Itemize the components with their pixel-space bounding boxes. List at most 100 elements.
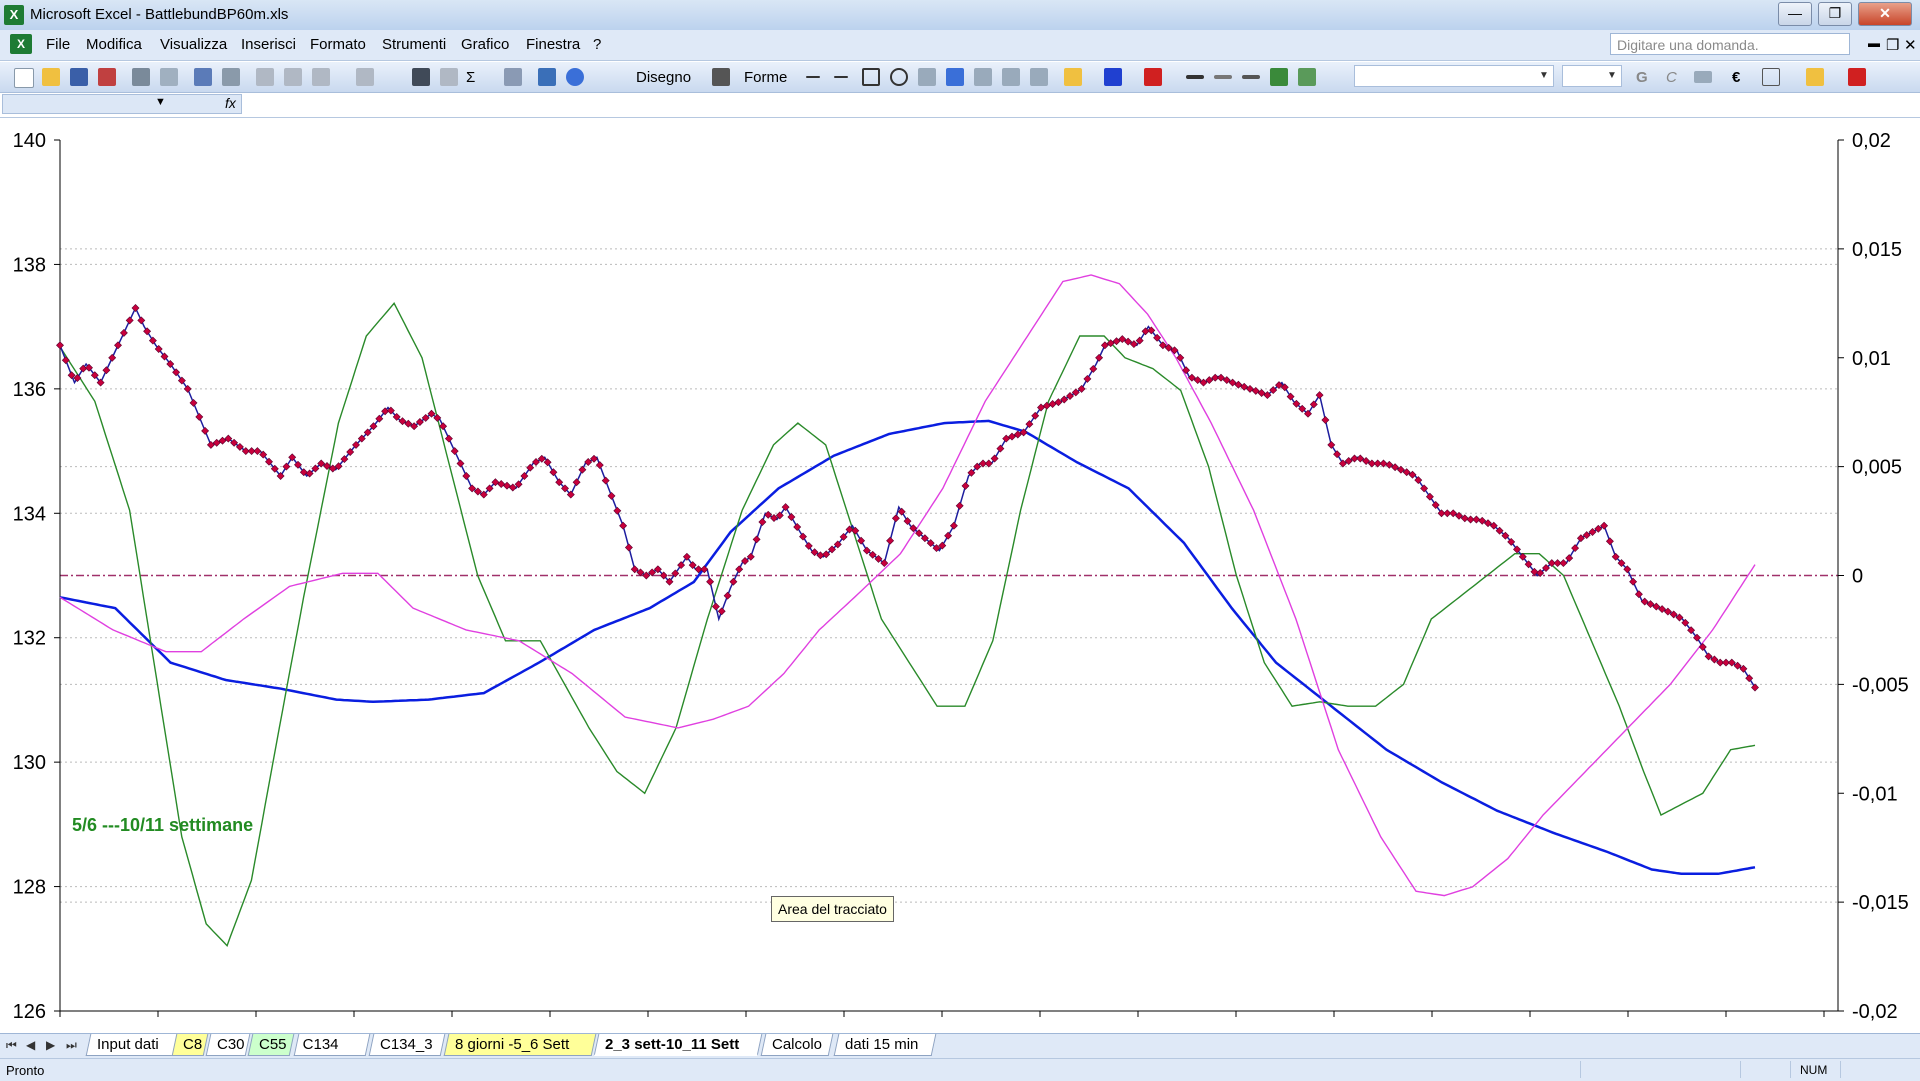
borders-icon[interactable]	[1762, 68, 1780, 86]
chart-area[interactable]: 140 138 136 134 132 130 128 126 0,02 0,015 0,01 0,0…	[0, 118, 1920, 1032]
sheet-tab[interactable]: 2_3 sett-10_11 Sett	[593, 1034, 763, 1056]
oval-icon[interactable]	[890, 68, 908, 86]
maximize-button[interactable]: ❐	[1818, 2, 1852, 26]
euro-button[interactable]: €	[1732, 69, 1740, 86]
doc-restore-icon[interactable]: ❐	[1886, 36, 1899, 54]
copy-icon[interactable]	[284, 68, 302, 86]
close-button[interactable]: ✕	[1858, 2, 1912, 26]
wordart-icon[interactable]	[946, 68, 964, 86]
next-sheet-icon[interactable]: ▶	[46, 1038, 55, 1052]
textbox-icon[interactable]	[918, 68, 936, 86]
excel-app-icon: X	[4, 5, 24, 25]
first-sheet-icon[interactable]: ⏮	[6, 1038, 17, 1053]
open-icon[interactable]	[42, 68, 60, 86]
arrow-icon[interactable]	[834, 76, 848, 78]
doc-minimize-icon[interactable]: ▬	[1868, 36, 1880, 50]
paste-icon[interactable]	[312, 68, 330, 86]
sheet-tab[interactable]: Calcolo	[760, 1034, 834, 1056]
line-color-icon[interactable]	[1104, 68, 1122, 86]
sheet-tab[interactable]: dati 15 min	[833, 1034, 937, 1056]
shadow-icon[interactable]	[1270, 68, 1288, 86]
new-icon[interactable]	[14, 68, 34, 88]
print-icon[interactable]	[132, 68, 150, 86]
menu-finestra[interactable]: Finestra	[526, 36, 580, 53]
research-icon[interactable]	[222, 68, 240, 86]
sort-icon[interactable]	[504, 68, 522, 86]
3d-icon[interactable]	[1298, 68, 1316, 86]
undo-icon[interactable]	[356, 68, 374, 86]
sheet-tab[interactable]: C8	[171, 1034, 209, 1056]
diagram-icon[interactable]	[974, 68, 992, 86]
save-icon[interactable]	[70, 68, 88, 86]
bold-button[interactable]: G	[1636, 69, 1648, 86]
price-marker	[201, 426, 210, 435]
y-tick-label: 132	[13, 628, 46, 650]
price-marker	[119, 328, 128, 337]
menu-grafico[interactable]: Grafico	[461, 36, 509, 53]
price-marker	[503, 481, 511, 490]
arrow-style-icon[interactable]	[1242, 75, 1260, 79]
spelling-icon[interactable]	[194, 68, 212, 86]
italic-button[interactable]: C	[1666, 69, 1677, 86]
last-sheet-icon[interactable]: ⏭	[66, 1038, 77, 1053]
draw-menu[interactable]: Disegno	[636, 69, 691, 86]
sheet-tab[interactable]: 8 giorni -5_6 Sett	[443, 1034, 597, 1056]
function-icon[interactable]: fx	[225, 95, 236, 111]
price-marker	[1745, 674, 1754, 683]
price-marker	[508, 483, 517, 492]
cut-icon[interactable]	[256, 68, 274, 86]
sheet-tab[interactable]: C134_3	[368, 1034, 446, 1056]
prev-sheet-icon[interactable]: ◀	[26, 1038, 35, 1052]
font-color-icon[interactable]	[1144, 68, 1162, 86]
y2-tick-label: 0,02	[1852, 130, 1891, 152]
font-size-combo[interactable]: ▼	[1562, 65, 1622, 87]
sheet-tab[interactable]: C30	[205, 1034, 251, 1056]
y2-tick-label: 0,015	[1852, 239, 1902, 261]
series-line-3	[59, 419, 1756, 876]
status-bar: Pronto NUM	[0, 1058, 1920, 1081]
menu-visualizza[interactable]: Visualizza	[160, 36, 227, 53]
doc-close-icon[interactable]: ✕	[1904, 36, 1917, 54]
menu-strumenti[interactable]: Strumenti	[382, 36, 446, 53]
price-marker	[595, 461, 604, 470]
print-preview-icon[interactable]	[160, 68, 178, 86]
price-marker	[1571, 544, 1580, 553]
shapes-menu[interactable]: Forme	[744, 69, 787, 86]
chart-wizard-icon[interactable]	[538, 68, 556, 86]
ask-question-input[interactable]: Digitare una domanda.	[1610, 33, 1850, 55]
font-color-icon-2[interactable]	[1848, 68, 1866, 86]
menu-inserisci[interactable]: Inserisci	[241, 36, 296, 53]
price-marker	[949, 521, 958, 530]
price-marker	[903, 517, 912, 526]
picture-icon[interactable]	[1030, 68, 1048, 86]
align-icon[interactable]	[1694, 71, 1712, 83]
line-icon[interactable]	[806, 76, 820, 78]
fill-color-icon[interactable]	[1064, 68, 1082, 86]
clipart-icon[interactable]	[1002, 68, 1020, 86]
help-icon[interactable]	[566, 68, 584, 86]
workbook-icon[interactable]: X	[10, 34, 32, 54]
menu-formato[interactable]: Formato	[310, 36, 366, 53]
price-marker	[108, 353, 117, 362]
fill-color-icon-2[interactable]	[1806, 68, 1824, 86]
minimize-button[interactable]: —	[1778, 2, 1812, 26]
dash-style-icon[interactable]	[1214, 75, 1232, 79]
sheet-tab-label: Calcolo	[772, 1036, 823, 1053]
autosum-icon[interactable]: Σ	[466, 69, 475, 86]
rectangle-icon[interactable]	[862, 68, 880, 86]
price-marker	[804, 541, 813, 550]
sheet-tab[interactable]: Input dati	[85, 1034, 179, 1056]
font-name-combo[interactable]: ▼	[1354, 65, 1554, 87]
menu-help[interactable]: ?	[593, 36, 601, 53]
name-box[interactable]: ▼	[2, 94, 242, 114]
line-style-icon[interactable]	[1186, 75, 1204, 79]
select-pointer-icon[interactable]	[712, 68, 730, 86]
permission-icon[interactable]	[98, 68, 116, 86]
sheet-tab[interactable]: C134 _2	[293, 1034, 371, 1075]
hyperlink-icon[interactable]	[412, 68, 430, 86]
sheet-tab[interactable]: C55	[247, 1034, 295, 1056]
menu-file[interactable]: File	[46, 36, 70, 53]
sheet-tab-label: 2_3 sett-10_11 Sett	[605, 1036, 740, 1053]
price-marker	[619, 521, 628, 530]
menu-modifica[interactable]: Modifica	[86, 36, 142, 53]
